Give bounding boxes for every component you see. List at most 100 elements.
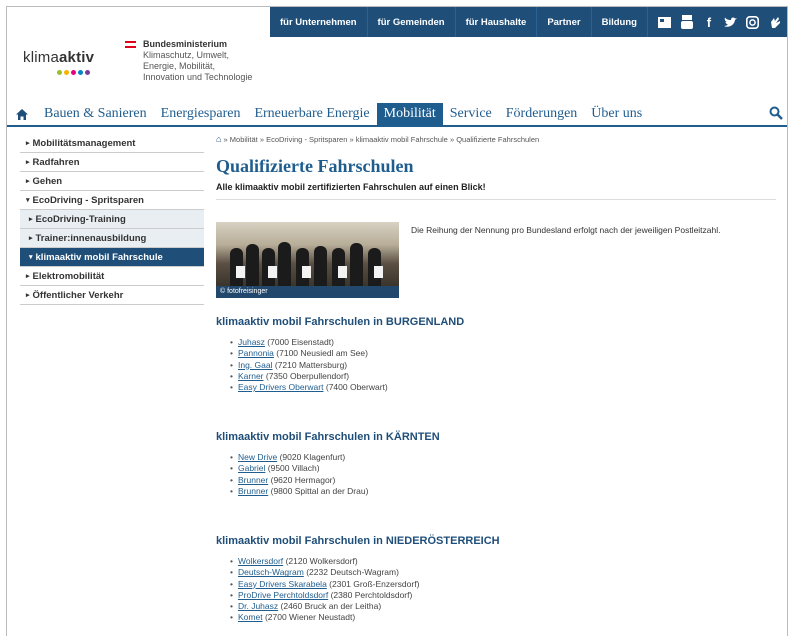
- school-link[interactable]: Komet: [238, 612, 263, 622]
- school-link[interactable]: Karner: [238, 371, 264, 381]
- list-item: Wolkersdorf (2120 Wolkersdorf): [230, 556, 756, 567]
- school-link[interactable]: ProDrive Perchtoldsdorf: [238, 590, 328, 600]
- toplink-partner[interactable]: Partner: [537, 7, 592, 37]
- list-item: Juhasz (7000 Eisenstadt): [230, 337, 756, 348]
- toplink-bildung[interactable]: Bildung: [592, 7, 648, 37]
- logo-dot: [71, 70, 76, 75]
- sidebar-item[interactable]: ▸ Gehen: [20, 172, 204, 191]
- home-icon[interactable]: [7, 108, 37, 120]
- facebook-icon[interactable]: f: [698, 7, 720, 37]
- sidebar-item[interactable]: ▸ EcoDriving-Training: [20, 210, 204, 229]
- klimaaktiv-logo[interactable]: klimaaktiv: [23, 49, 94, 75]
- nav-ueber-uns[interactable]: Über uns: [584, 103, 649, 125]
- list-item: Dr. Juhasz (2460 Bruck an der Leitha): [230, 601, 756, 612]
- school-location: (7400 Oberwart): [325, 382, 388, 393]
- page-title: Qualifizierte Fahrschulen: [216, 156, 414, 176]
- school-location: (2301 Groß-Enzersdorf): [329, 578, 420, 589]
- school-location: (2232 Deutsch-Wagram): [306, 567, 399, 578]
- divider: [216, 199, 776, 200]
- instagram-icon[interactable]: [742, 7, 764, 37]
- sidebar-item[interactable]: ▸ Trainer:innenausbildung: [20, 229, 204, 248]
- breadcrumb-current: Qualifizierte Fahrschulen: [456, 135, 540, 144]
- list-item: Brunner (9800 Spittal an der Drau): [230, 486, 756, 497]
- youtube-icon[interactable]: [676, 7, 698, 37]
- section-heading: klimaaktiv mobil Fahrschulen in NIEDERÖS…: [216, 535, 500, 547]
- school-link[interactable]: Gabriel: [238, 463, 265, 473]
- school-list: Juhasz (7000 Eisenstadt)Pannonia (7100 N…: [230, 337, 756, 393]
- nav-bauen-sanieren[interactable]: Bauen & Sanieren: [37, 103, 154, 125]
- school-location: (7000 Eisenstadt): [267, 337, 334, 347]
- nav-service[interactable]: Service: [443, 103, 499, 125]
- ministry-line: Innovation und Technologie: [143, 72, 253, 82]
- school-link[interactable]: New Drive: [238, 452, 277, 462]
- sign-language-icon[interactable]: [764, 7, 786, 37]
- sidebar-item[interactable]: ▾ EcoDriving - Spritsparen: [20, 191, 204, 210]
- caret-icon: ▸: [29, 235, 33, 242]
- school-link[interactable]: Wolkersdorf: [238, 556, 283, 566]
- caret-icon: ▾: [29, 254, 33, 261]
- region-section: klimaaktiv mobil Fahrschulen in BURGENLA…: [216, 316, 756, 393]
- breadcrumb-item[interactable]: EcoDriving - Spritsparen: [266, 135, 347, 144]
- school-link[interactable]: Brunner: [238, 486, 268, 496]
- list-item: Karner (7350 Oberpullendorf): [230, 371, 756, 382]
- school-link[interactable]: Dr. Juhasz: [238, 601, 278, 611]
- sidebar-item[interactable]: ▸ Öffentlicher Verkehr: [20, 286, 204, 305]
- nav-energiesparen[interactable]: Energiesparen: [154, 103, 248, 125]
- photo-credit: © fotofreisinger: [216, 286, 399, 298]
- page-lead: Alle klimaaktiv mobil zertifizierten Fah…: [216, 182, 486, 192]
- school-link[interactable]: Easy Drivers Oberwart: [238, 382, 324, 392]
- nav-foerderungen[interactable]: Förderungen: [499, 103, 585, 125]
- search-icon[interactable]: [769, 106, 783, 125]
- toplink-gemeinden[interactable]: für Gemeinden: [368, 7, 456, 37]
- school-link[interactable]: Brunner: [238, 475, 268, 485]
- ministry-line: Energie, Mobilität,: [143, 61, 216, 71]
- school-link[interactable]: Deutsch-Wagram: [238, 567, 304, 577]
- list-item: Komet (2700 Wiener Neustadt): [230, 612, 756, 623]
- school-location: (9500 Villach): [267, 463, 320, 474]
- section-heading: klimaaktiv mobil Fahrschulen in KÄRNTEN: [216, 431, 440, 443]
- main-navigation: Bauen & Sanieren Energiesparen Erneuerba…: [7, 103, 787, 125]
- ministry-logo[interactable]: Bundesministerium Klimaschutz, Umwelt, E…: [125, 39, 252, 83]
- twitter-icon[interactable]: [720, 7, 742, 37]
- list-item: Easy Drivers Skarabela (2301 Groß-Enzers…: [230, 579, 756, 590]
- list-item: Ing. Gaal (7210 Mattersburg): [230, 360, 756, 371]
- school-location: (2460 Bruck an der Leitha): [280, 601, 382, 612]
- school-link[interactable]: Easy Drivers Skarabela: [238, 579, 327, 589]
- austria-flag-icon: [125, 41, 136, 48]
- school-location: (9620 Hermagor): [270, 474, 336, 485]
- region-section: klimaaktiv mobil Fahrschulen in NIEDERÖS…: [216, 535, 756, 624]
- school-link[interactable]: Juhasz: [238, 337, 265, 347]
- school-location: (9020 Klagenfurt): [279, 452, 346, 462]
- list-item: Easy Drivers Oberwart (7400 Oberwart): [230, 382, 756, 393]
- nav-mobilitaet[interactable]: Mobilität: [376, 103, 443, 125]
- group-photo: © fotofreisinger: [216, 222, 399, 298]
- newsletter-icon[interactable]: [654, 7, 676, 37]
- sidebar-item[interactable]: ▸ Radfahren: [20, 153, 204, 172]
- sidebar-navigation: ▸ Mobilitätsmanagement ▸ Radfahren ▸ Gehen ▾ Ec…: [20, 134, 204, 305]
- breadcrumb-item[interactable]: klimaaktiv mobil Fahrschule: [356, 135, 448, 144]
- school-location: (2120 Wolkersdorf): [285, 556, 358, 566]
- list-item: Gabriel (9500 Villach): [230, 463, 756, 474]
- school-location: (2380 Perchtoldsdorf): [330, 589, 413, 600]
- logo-dot: [57, 70, 62, 75]
- toplink-unternehmen[interactable]: für Unternehmen: [270, 7, 368, 37]
- list-item: Brunner (9620 Hermagor): [230, 475, 756, 486]
- sidebar-item-label: EcoDriving - Spritsparen: [32, 195, 144, 206]
- caret-icon: ▸: [26, 159, 30, 166]
- toplink-haushalte[interactable]: für Haushalte: [456, 7, 538, 37]
- sidebar-item[interactable]: ▸ Elektromobilität: [20, 267, 204, 286]
- region-section: klimaaktiv mobil Fahrschulen in KÄRNTEN N…: [216, 431, 756, 497]
- sidebar-item[interactable]: ▸ Mobilitätsmanagement: [20, 134, 204, 153]
- caret-icon: ▸: [26, 273, 30, 280]
- logo-dot: [64, 70, 69, 75]
- breadcrumb: ⌂ » Mobilität » EcoDriving - Spritsparen…: [216, 134, 540, 144]
- sidebar-item[interactable]: ▾ klimaaktiv mobil Fahrschule: [20, 248, 204, 267]
- logo-dots: [57, 70, 94, 75]
- breadcrumb-item[interactable]: Mobilität: [230, 135, 258, 144]
- school-link[interactable]: Ing. Gaal: [238, 360, 273, 370]
- caret-icon: ▾: [26, 197, 30, 204]
- breadcrumb-home-icon[interactable]: ⌂: [216, 134, 221, 144]
- school-link[interactable]: Pannonia: [238, 348, 274, 358]
- nav-erneuerbare-energie[interactable]: Erneuerbare Energie: [247, 103, 376, 125]
- sidebar-item-label: Radfahren: [32, 157, 80, 168]
